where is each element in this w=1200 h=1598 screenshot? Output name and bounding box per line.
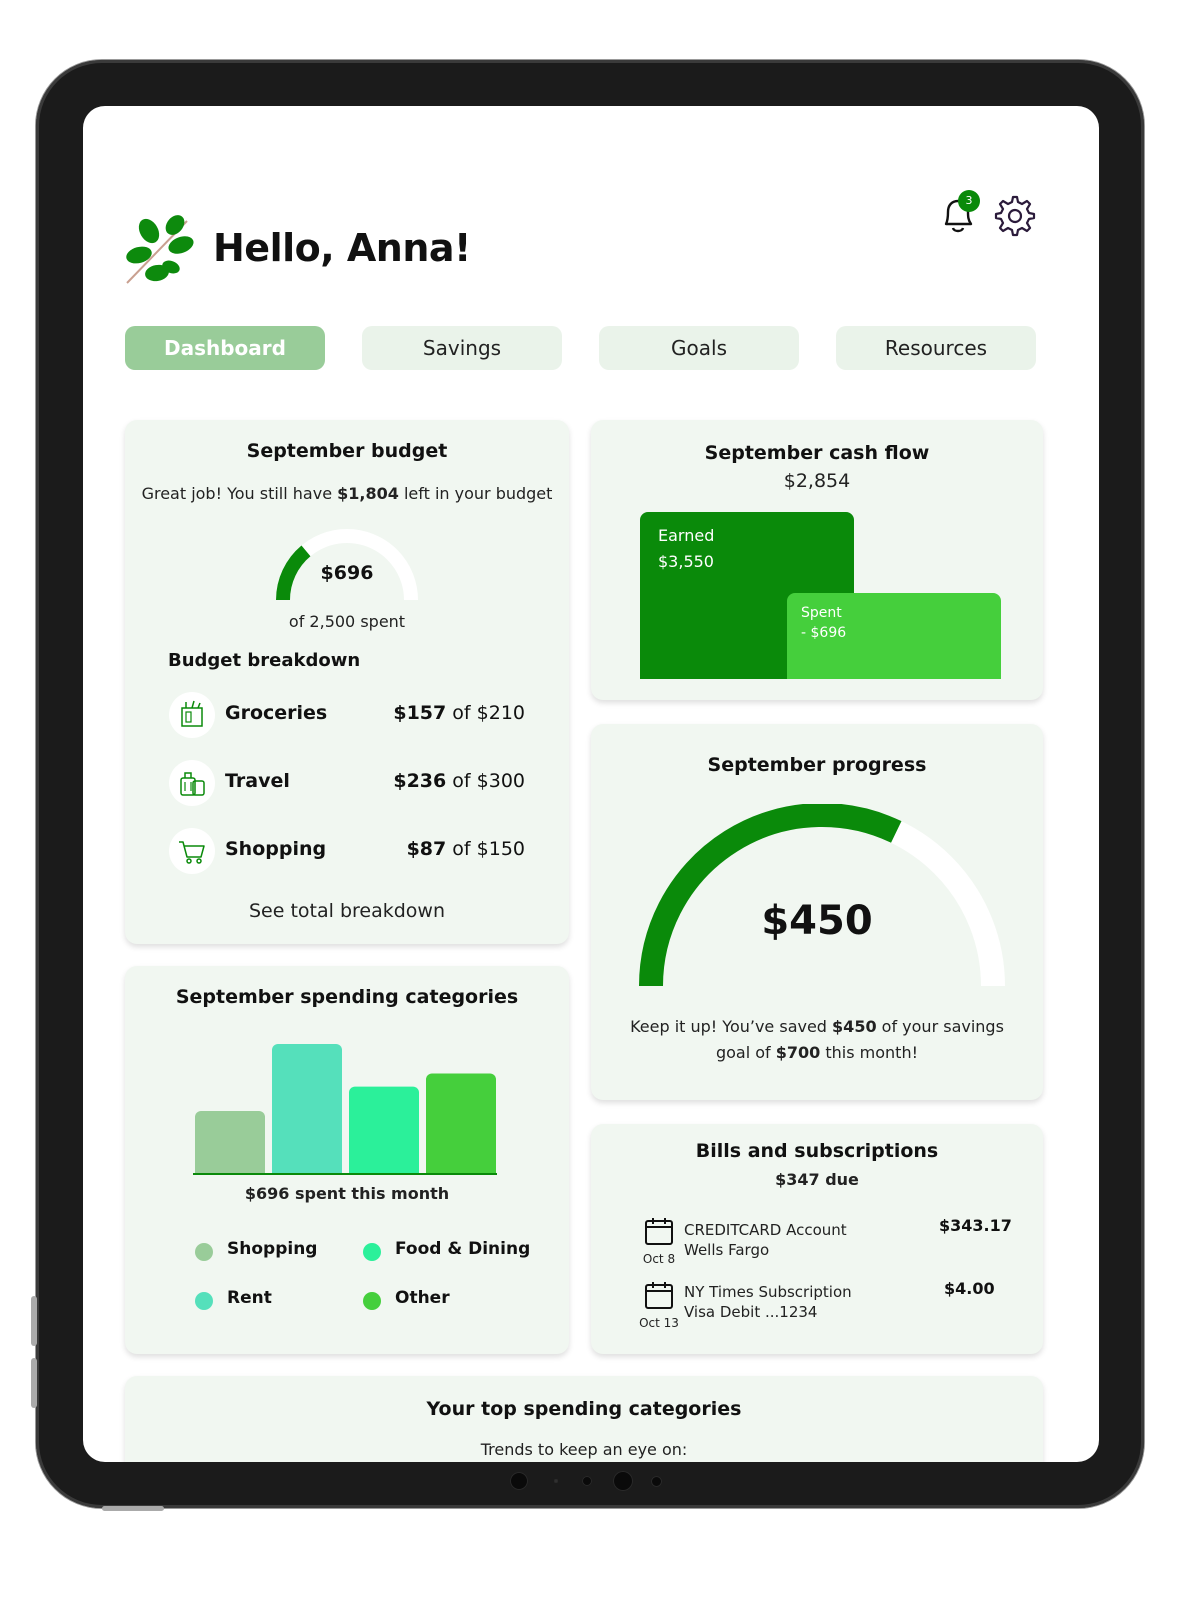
camera-sensor	[651, 1476, 662, 1487]
budget-gauge-value: $696	[320, 562, 374, 584]
spent-value: - $696	[801, 625, 847, 641]
camera-sensor	[582, 1476, 592, 1486]
legend-label: Other	[395, 1288, 450, 1308]
bar-food-dining	[349, 1086, 419, 1178]
progress-value: $450	[761, 898, 873, 944]
bill-date: Oct 8	[642, 1252, 676, 1266]
legend-label: Rent	[227, 1288, 272, 1308]
earned-label: Earned	[658, 526, 715, 545]
cash-flow-title: September cash flow	[704, 442, 930, 464]
spent-label: Spent	[801, 605, 842, 621]
savings-progress-gauge	[639, 804, 1005, 987]
camera-sensor	[554, 1479, 558, 1483]
tablet-bottom-button	[102, 1506, 164, 1511]
top-spending-subtitle: Trends to keep an eye on:	[480, 1440, 688, 1459]
top-spending-title: Your top spending categories	[426, 1398, 742, 1420]
cash-flow-net: $2,854	[783, 470, 851, 492]
spending-caption: $696 spent this month	[244, 1184, 450, 1203]
tab-savings[interactable]: Savings	[362, 326, 562, 370]
top-spending-card: Your top spending categories Trends to k…	[125, 1376, 1043, 1462]
bar-shopping	[195, 1111, 265, 1178]
spent-bar: Spent - $696	[787, 593, 1001, 679]
legend-label: Shopping	[227, 1239, 318, 1259]
bar-other	[426, 1073, 496, 1178]
camera-lens	[510, 1472, 528, 1490]
leaf-logo-icon	[126, 215, 194, 284]
budget-message: Great job! You still have $1,804 left in…	[141, 484, 553, 503]
cart-icon	[169, 828, 215, 874]
bills-due: $347 due	[775, 1170, 859, 1189]
spending-bar-chart	[193, 1044, 499, 1178]
budget-item-amount: $157 of $210	[393, 702, 525, 724]
tablet-side-button	[31, 1296, 37, 1346]
legend-dot-food-dining	[363, 1243, 381, 1261]
progress-message: Keep it up! You’ve saved $450 of your sa…	[630, 1017, 1004, 1062]
legend-dot-shopping	[195, 1243, 213, 1261]
bill-amount: $343.17	[939, 1216, 1012, 1235]
camera-lens	[613, 1471, 633, 1491]
budget-item-label: Groceries	[225, 702, 328, 724]
see-total-breakdown-link[interactable]: See total breakdown	[125, 900, 569, 922]
gear-icon[interactable]	[993, 194, 1037, 238]
progress-title: September progress	[707, 754, 927, 776]
spending-categories-card: September spending categories $696 spent…	[125, 966, 569, 1354]
calendar-icon	[645, 1218, 673, 1245]
bar-rent	[272, 1044, 342, 1178]
bill-name[interactable]: CREDITCARD Account Wells Fargo	[684, 1220, 847, 1260]
bill-amount: $4.00	[944, 1279, 995, 1298]
budget-item-label: Shopping	[225, 838, 327, 860]
greeting-title: Hello, Anna!	[213, 226, 471, 270]
budget-gauge-caption: of 2,500 spent	[288, 612, 406, 631]
bills-title: Bills and subscriptions	[695, 1140, 939, 1162]
budget-card: September budget Great job! You still ha…	[125, 420, 569, 944]
progress-card: September progress $450 Keep it up! You’…	[591, 724, 1043, 1100]
legend-dot-other	[363, 1292, 381, 1310]
luggage-icon	[169, 760, 215, 806]
budget-item-amount: $87 of $150	[406, 838, 525, 860]
tablet-side-button	[31, 1358, 37, 1408]
budget-title: September budget	[246, 440, 448, 462]
budget-item-label: Travel	[225, 770, 290, 792]
bill-name[interactable]: NY Times Subscription Visa Debit ...1234	[684, 1282, 852, 1322]
spending-title: September spending categories	[175, 986, 519, 1008]
bills-card: Bills and subscriptions $347 due Oct 8 C…	[591, 1124, 1043, 1354]
budget-breakdown-title: Budget breakdown	[168, 650, 361, 671]
bill-date: Oct 13	[639, 1316, 679, 1330]
calendar-icon	[645, 1282, 673, 1309]
budget-item-amount: $236 of $300	[393, 770, 525, 792]
app-screen: Hello, Anna! 3 Dashboard Savings Goals R…	[83, 106, 1099, 1462]
notification-badge: 3	[958, 190, 980, 212]
legend-label: Food & Dining	[395, 1239, 531, 1259]
tab-resources[interactable]: Resources	[836, 326, 1036, 370]
cash-flow-card: September cash flow $2,854 Earned $3,550…	[591, 420, 1043, 700]
tab-dashboard[interactable]: Dashboard	[125, 326, 325, 370]
earned-value: $3,550	[658, 552, 714, 571]
tab-goals[interactable]: Goals	[599, 326, 799, 370]
groceries-icon	[169, 692, 215, 738]
legend-dot-rent	[195, 1292, 213, 1310]
